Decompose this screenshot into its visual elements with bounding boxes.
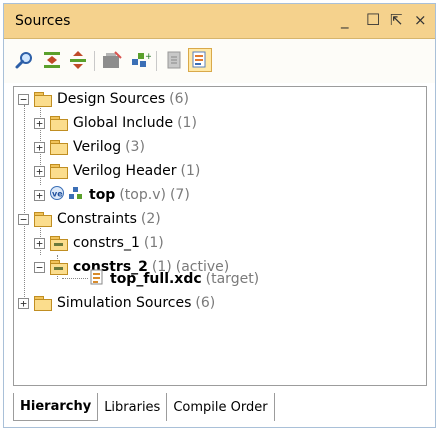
add-sources-icon[interactable] xyxy=(100,48,124,72)
folder-open-icon xyxy=(33,92,52,107)
collapse-toggle-icon[interactable]: − xyxy=(34,261,45,273)
panel-title: Sources xyxy=(15,13,71,29)
folder-icon xyxy=(33,296,52,311)
sources-tree[interactable]: − Design Sources (6) + Global Include (1… xyxy=(13,86,427,386)
node-file: (top.v) xyxy=(119,187,166,203)
constraint-set-icon xyxy=(49,260,68,275)
search-icon[interactable] xyxy=(12,48,36,72)
svg-text:+: + xyxy=(145,52,151,62)
node-label: Constraints xyxy=(57,211,137,227)
collapse-toggle-icon[interactable]: − xyxy=(18,213,29,225)
node-count: (6) xyxy=(195,295,216,311)
hierarchy-add-icon[interactable]: + xyxy=(128,48,152,72)
node-label: Verilog Header xyxy=(73,163,177,179)
show-hierarchy-icon[interactable] xyxy=(188,48,212,72)
expand-toggle-icon[interactable]: + xyxy=(34,189,45,201)
tree-node-top-full-xdc[interactable]: top_full.xdc (target) xyxy=(90,267,259,291)
tree-node-verilog[interactable]: + Verilog (3) xyxy=(34,135,145,159)
toolbar-separator xyxy=(94,51,95,71)
panel-toolbar: + xyxy=(4,39,435,83)
node-label: top_full.xdc xyxy=(110,271,202,287)
collapse-toggle-icon[interactable]: − xyxy=(18,93,29,105)
expand-all-icon[interactable] xyxy=(66,48,90,72)
folder-icon xyxy=(49,164,68,179)
node-count: (1) xyxy=(180,163,201,179)
panel-titlebar: Sources _ ☐ ⇱ × xyxy=(4,4,435,39)
node-count: (3) xyxy=(125,139,145,155)
tree-node-design-sources[interactable]: − Design Sources (6) xyxy=(18,87,189,111)
tab-hierarchy[interactable]: Hierarchy xyxy=(13,393,99,421)
verilog-module-icon: ve xyxy=(49,186,66,204)
expand-toggle-icon[interactable]: + xyxy=(34,141,45,153)
maximize-icon[interactable]: ☐ xyxy=(366,10,380,30)
top-module-icon xyxy=(69,186,83,204)
node-count: (1) xyxy=(143,235,164,251)
tree-node-verilog-header[interactable]: + Verilog Header (1) xyxy=(34,159,200,183)
tree-node-global-include[interactable]: + Global Include (1) xyxy=(34,111,197,135)
expand-toggle-icon[interactable]: + xyxy=(34,117,45,129)
restore-icon[interactable]: ⇱ xyxy=(390,10,403,30)
constraint-set-icon xyxy=(49,236,68,251)
tab-compile-order[interactable]: Compile Order xyxy=(167,393,275,421)
node-status: (target) xyxy=(205,271,260,287)
folder-icon xyxy=(49,140,68,155)
node-label: top xyxy=(89,187,116,203)
node-label: Global Include xyxy=(73,115,174,131)
svg-text:ve: ve xyxy=(52,190,63,199)
node-count: (1) xyxy=(177,115,197,131)
tree-node-top[interactable]: + ve top (top.v) (7) xyxy=(34,183,190,207)
expand-toggle-icon[interactable]: + xyxy=(18,297,29,309)
node-label: constrs_1 xyxy=(73,235,140,251)
node-label: Verilog xyxy=(73,139,122,155)
node-label: Simulation Sources xyxy=(57,295,192,311)
node-label: Design Sources xyxy=(57,91,166,107)
view-tabs: Hierarchy Libraries Compile Order xyxy=(13,393,275,421)
properties-icon[interactable] xyxy=(162,48,186,72)
tree-connector xyxy=(24,105,25,303)
sources-panel: Sources _ ☐ ⇱ × + − Design Sources (6) +… xyxy=(3,3,436,428)
tree-node-simulation-sources[interactable]: + Simulation Sources (6) xyxy=(18,291,215,315)
xdc-file-icon xyxy=(90,269,104,289)
toolbar-separator xyxy=(156,51,157,71)
tab-libraries[interactable]: Libraries xyxy=(98,393,168,421)
minimize-icon[interactable]: _ xyxy=(341,10,349,30)
folder-open-icon xyxy=(33,212,52,227)
collapse-all-icon[interactable] xyxy=(40,48,64,72)
node-count: (6) xyxy=(169,91,190,107)
node-count: (7) xyxy=(169,187,190,203)
tree-node-constraints[interactable]: − Constraints (2) xyxy=(18,207,161,231)
expand-toggle-icon[interactable]: + xyxy=(34,237,45,249)
expand-toggle-icon[interactable]: + xyxy=(34,165,45,177)
tree-node-constrs-1[interactable]: + constrs_1 (1) xyxy=(34,231,164,255)
folder-icon xyxy=(49,116,68,131)
close-icon[interactable]: × xyxy=(414,10,427,30)
node-count: (2) xyxy=(140,211,161,227)
